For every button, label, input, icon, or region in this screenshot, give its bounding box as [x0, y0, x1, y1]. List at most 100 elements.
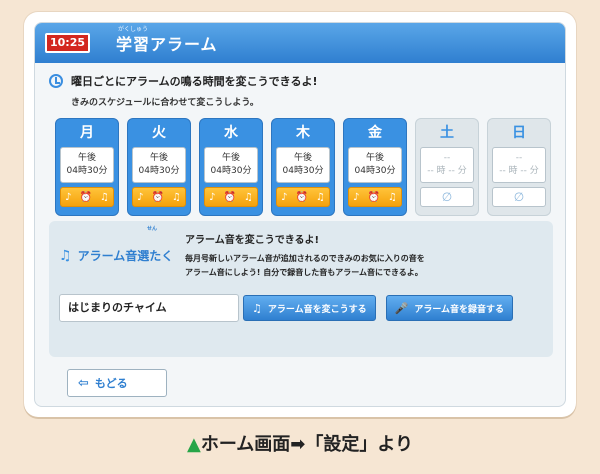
alarm-head: ♫ せん アラーム音選たく アラーム音を変こうできるよ! 毎月号新しいアラーム音…	[49, 221, 553, 280]
alarm-time-value: 04時30分	[282, 166, 324, 176]
alarm-time-box[interactable]: 午後 04時30分	[132, 147, 186, 183]
day-card[interactable]: 日 -- -- 時 -- 分 ∅	[487, 118, 551, 216]
day-label: 木	[276, 123, 330, 143]
day-card[interactable]: 火午後 04時30分 ♪ ⏰ ♫	[127, 118, 191, 216]
day-label-text: 日	[512, 125, 526, 141]
app-screen: 10:25 がくしゅう 学習アラーム 曜日ごとにアラームの鳴る時間を変こうできる…	[34, 22, 566, 407]
schedule-subline: きみのスケジュールに合わせて変こうしよう。	[71, 98, 259, 108]
alarm-desc-line1: 毎月号新しいアラーム音が追加されるのできみのお気に入りの音を	[185, 254, 425, 263]
day-card[interactable]: 土 -- -- 時 -- 分 ∅	[415, 118, 479, 216]
page-title: 学習アラーム	[116, 35, 218, 54]
music-note-icon: ♫	[100, 191, 109, 203]
day-label-text: 土	[440, 125, 454, 141]
alarm-clock-icon: ⏰	[79, 191, 92, 203]
alarm-desc-main: アラーム音を変こうできるよ!	[185, 235, 320, 246]
day-label: 日	[492, 123, 546, 143]
back-button[interactable]: ⇦ もどる	[67, 369, 167, 397]
disabled-icon: ∅	[513, 190, 525, 204]
title-bar: 10:25 がくしゅう 学習アラーム	[35, 23, 565, 63]
alarm-settings-button[interactable]: ♪ ⏰ ♫	[276, 187, 330, 207]
back-button-label: もどる	[94, 377, 128, 390]
alarm-time-period: --	[515, 153, 523, 163]
alarm-time-value: -- 時 -- 分	[427, 166, 467, 176]
back-arrow-icon: ⇦	[78, 375, 89, 391]
disabled-icon: ∅	[441, 190, 453, 204]
title-wrap: がくしゅう 学習アラーム	[116, 26, 218, 55]
day-label: 月	[60, 123, 114, 143]
alarm-time-period: 午後	[365, 153, 384, 163]
alarm-time-value: 04時30分	[210, 166, 252, 176]
alarm-time-box[interactable]: 午後 04時30分	[204, 147, 258, 183]
alarm-off-button[interactable]: ∅	[492, 187, 546, 207]
music-note-icon: ♫	[316, 191, 325, 203]
change-alarm-sound-label: アラーム音を変こうする	[267, 304, 367, 315]
day-card[interactable]: 月午後 04時30分 ♪ ⏰ ♫	[55, 118, 119, 216]
caption-text: ホーム画面➡「設定」より	[200, 434, 414, 455]
caption: ▲ホーム画面➡「設定」より	[0, 430, 600, 456]
music-note-icon: ♪	[353, 191, 360, 203]
alarm-time-box[interactable]: -- -- 時 -- 分	[420, 147, 474, 183]
alarm-description: アラーム音を変こうできるよ! 毎月号新しいアラーム音が追加されるのできみのお気に…	[185, 231, 425, 280]
music-note-icon: ♫	[252, 301, 262, 315]
day-card[interactable]: 金午後 04時30分 ♪ ⏰ ♫	[343, 118, 407, 216]
day-label-text: 月	[80, 125, 94, 141]
alarm-time-period: --	[443, 153, 451, 163]
alarm-settings-button[interactable]: ♪ ⏰ ♫	[132, 187, 186, 207]
alarm-desc-detail: 毎月号新しいアラーム音が追加されるのできみのお気に入りの音を アラーム音にしよう…	[185, 252, 425, 280]
alarm-clock-icon: ⏰	[295, 191, 308, 203]
clock-icon	[49, 74, 63, 88]
alarm-time-box[interactable]: 午後 04時30分	[276, 147, 330, 183]
alarm-sound-section: ♫ せん アラーム音選たく アラーム音を変こうできるよ! 毎月号新しいアラーム音…	[49, 221, 553, 357]
alarm-clock-icon: ⏰	[367, 191, 380, 203]
alarm-clock-icon: ⏰	[223, 191, 236, 203]
title-ruby: がくしゅう	[118, 26, 149, 33]
schedule-section: 曜日ごとにアラームの鳴る時間を変こうできるよ! きみのスケジュールに合わせて変こ…	[35, 63, 565, 216]
alarm-time-value: 04時30分	[354, 166, 396, 176]
music-note-icon: ♪	[209, 191, 216, 203]
alarm-time-box[interactable]: -- -- 時 -- 分	[492, 147, 546, 183]
alarm-time-period: 午後	[77, 153, 96, 163]
day-card[interactable]: 水午後 04時30分 ♪ ⏰ ♫	[199, 118, 263, 216]
day-label-text: 木	[296, 125, 310, 141]
device-frame: 10:25 がくしゅう 学習アラーム 曜日ごとにアラームの鳴る時間を変こうできる…	[24, 12, 576, 417]
day-label-text: 火	[152, 125, 166, 141]
alarm-time-period: 午後	[149, 153, 168, 163]
alarm-title-ruby: せん	[147, 226, 158, 232]
alarm-time-box[interactable]: 午後 04時30分	[60, 147, 114, 183]
triangle-icon: ▲	[186, 434, 201, 455]
music-note-icon: ♪	[137, 191, 144, 203]
day-label: 水	[204, 123, 258, 143]
record-alarm-sound-label: アラーム音を録音する	[414, 304, 505, 315]
alarm-time-period: 午後	[293, 153, 312, 163]
schedule-headline-text: 曜日ごとにアラームの鳴る時間を変こうできるよ!	[71, 75, 318, 88]
music-note-icon: ♫	[172, 191, 181, 203]
day-label-text: 金	[368, 125, 382, 141]
alarm-time-value: -- 時 -- 分	[499, 166, 539, 176]
alarm-off-button[interactable]: ∅	[420, 187, 474, 207]
alarm-time-value: 04時30分	[138, 166, 180, 176]
day-label: 金	[348, 123, 402, 143]
music-note-icon: ♫	[59, 247, 72, 264]
day-card[interactable]: 木午後 04時30分 ♪ ⏰ ♫	[271, 118, 335, 216]
alarm-clock-icon: ⏰	[151, 191, 164, 203]
alarm-time-period: 午後	[221, 153, 240, 163]
alarm-title-text: アラーム音選たく	[77, 249, 174, 263]
alarm-settings-button[interactable]: ♪ ⏰ ♫	[60, 187, 114, 207]
music-note-icon: ♫	[244, 191, 253, 203]
schedule-headline: 曜日ごとにアラームの鳴る時間を変こうできるよ!	[49, 73, 551, 89]
alarm-settings-button[interactable]: ♪ ⏰ ♫	[348, 187, 402, 207]
music-note-icon: ♪	[65, 191, 72, 203]
microphone-icon: 🎤	[394, 301, 409, 315]
music-note-icon: ♫	[388, 191, 397, 203]
alarm-title: ♫ せん アラーム音選たく	[59, 226, 185, 280]
day-label: 火	[132, 123, 186, 143]
day-label-text: 水	[224, 125, 238, 141]
change-alarm-sound-button[interactable]: ♫ アラーム音を変こうする	[243, 295, 376, 321]
alarm-controls: はじまりのチャイム ♫ アラーム音を変こうする 🎤 アラーム音を録音する	[59, 294, 553, 322]
alarm-time-box[interactable]: 午後 04時30分	[348, 147, 402, 183]
alarm-desc-line2: アラーム音にしよう! 自分で録音した音もアラーム音にできるよ。	[185, 268, 423, 277]
record-alarm-sound-button[interactable]: 🎤 アラーム音を録音する	[385, 295, 514, 321]
day-list: 月午後 04時30分 ♪ ⏰ ♫ 火午後 04時30分 ♪ ⏰ ♫ 水午後 04時30分 ♪ ⏰ ♫ 木午後 0…	[55, 118, 551, 216]
alarm-settings-button[interactable]: ♪ ⏰ ♫	[204, 187, 258, 207]
music-note-icon: ♪	[281, 191, 288, 203]
